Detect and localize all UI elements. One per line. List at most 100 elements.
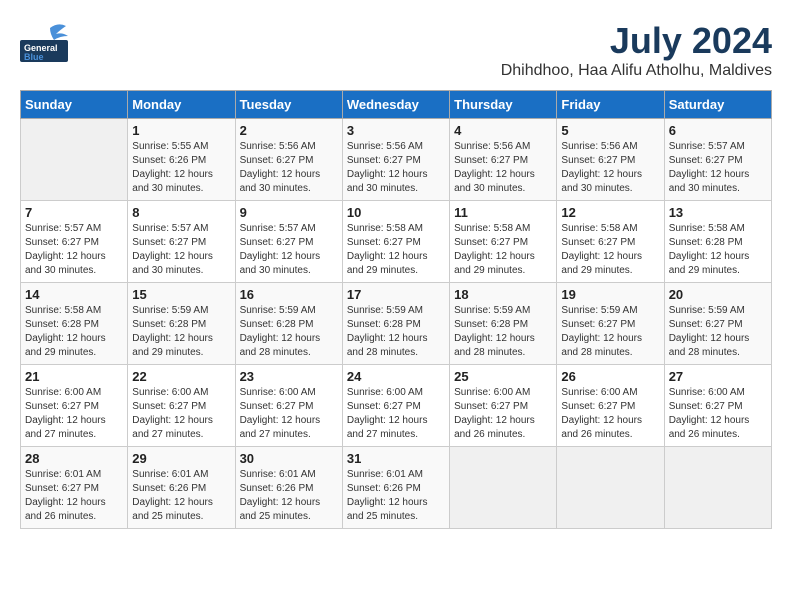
day-info: Sunrise: 6:01 AM Sunset: 6:27 PM Dayligh… [25,468,123,524]
calendar-cell [450,447,557,529]
day-number: 28 [25,451,123,466]
calendar-cell: 9Sunrise: 5:57 AM Sunset: 6:27 PM Daylig… [235,201,342,283]
calendar-cell: 19 Sunrise: 5:59 AM Sunset: 6:27 PM Dayli… [557,283,664,365]
day-number: 15 [132,287,230,302]
day-info: Sunrise: 6:00 AM Sunset: 6:27 PM Dayligh… [454,386,552,442]
day-info: Sunrise: 6:00 AM Sunset: 6:27 PM Dayligh… [132,386,230,442]
calendar-cell: 6 Sunrise: 5:57 AM Sunset: 6:27 PM Daylig… [664,119,771,201]
calendar-cell: 21 Sunrise: 6:00 AM Sunset: 6:27 PM Dayli… [21,365,128,447]
calendar-cell: 22 Sunrise: 6:00 AM Sunset: 6:27 PM Dayli… [128,365,235,447]
day-number: 1 [132,123,230,138]
day-info: Sunrise: 5:56 AM Sunset: 6:27 PM Dayligh… [561,140,659,196]
day-number: 14 [25,287,123,302]
day-number: 17 [347,287,445,302]
calendar-cell: 27 Sunrise: 6:00 AM Sunset: 6:27 PM Dayli… [664,365,771,447]
calendar-week-1: 1 Sunrise: 5:55 AM Sunset: 6:26 PM Daylig… [21,119,772,201]
day-info: Sunrise: 5:59 AM Sunset: 6:28 PM Dayligh… [347,304,445,360]
calendar-table: SundayMondayTuesdayWednesdayThursdayFrid… [20,90,772,529]
day-info: Sunrise: 6:01 AM Sunset: 6:26 PM Dayligh… [132,468,230,524]
calendar-cell [557,447,664,529]
page-header: General Blue July 2024 Dhihdhoo, Haa Ali… [20,20,772,80]
day-header-friday: Friday [557,91,664,119]
calendar-cell: 29 Sunrise: 6:01 AM Sunset: 6:26 PM Dayli… [128,447,235,529]
day-number: 4 [454,123,552,138]
calendar-cell: 1 Sunrise: 5:55 AM Sunset: 6:26 PM Daylig… [128,119,235,201]
day-header-thursday: Thursday [450,91,557,119]
calendar-cell: 31Sunrise: 6:01 AM Sunset: 6:26 PM Dayli… [342,447,449,529]
day-number: 24 [347,369,445,384]
day-number: 21 [25,369,123,384]
day-info: Sunrise: 6:01 AM Sunset: 6:26 PM Dayligh… [240,468,338,524]
day-info: Sunrise: 6:01 AM Sunset: 6:26 PM Dayligh… [347,468,445,524]
day-info: Sunrise: 5:59 AM Sunset: 6:27 PM Dayligh… [561,304,659,360]
calendar-week-4: 21 Sunrise: 6:00 AM Sunset: 6:27 PM Dayli… [21,365,772,447]
day-number: 8 [132,205,230,220]
day-info: Sunrise: 5:56 AM Sunset: 6:27 PM Dayligh… [454,140,552,196]
calendar-cell: 2Sunrise: 5:56 AM Sunset: 6:27 PM Daylig… [235,119,342,201]
calendar-cell: 26Sunrise: 6:00 AM Sunset: 6:27 PM Dayli… [557,365,664,447]
day-info: Sunrise: 5:57 AM Sunset: 6:27 PM Dayligh… [132,222,230,278]
calendar-cell [664,447,771,529]
day-number: 10 [347,205,445,220]
day-info: Sunrise: 5:58 AM Sunset: 6:28 PM Dayligh… [25,304,123,360]
day-info: Sunrise: 6:00 AM Sunset: 6:27 PM Dayligh… [561,386,659,442]
calendar-cell: 3Sunrise: 5:56 AM Sunset: 6:27 PM Daylig… [342,119,449,201]
day-number: 6 [669,123,767,138]
day-info: Sunrise: 5:57 AM Sunset: 6:27 PM Dayligh… [669,140,767,196]
calendar-week-5: 28 Sunrise: 6:01 AM Sunset: 6:27 PM Dayli… [21,447,772,529]
day-info: Sunrise: 5:58 AM Sunset: 6:27 PM Dayligh… [561,222,659,278]
day-header-wednesday: Wednesday [342,91,449,119]
day-header-tuesday: Tuesday [235,91,342,119]
day-number: 27 [669,369,767,384]
title-block: July 2024 Dhihdhoo, Haa Alifu Atholhu, M… [501,20,772,80]
calendar-cell: 11 Sunrise: 5:58 AM Sunset: 6:27 PM Dayli… [450,201,557,283]
calendar-cell: 8 Sunrise: 5:57 AM Sunset: 6:27 PM Daylig… [128,201,235,283]
day-number: 25 [454,369,552,384]
day-info: Sunrise: 6:00 AM Sunset: 6:27 PM Dayligh… [240,386,338,442]
calendar-week-3: 14 Sunrise: 5:58 AM Sunset: 6:28 PM Dayli… [21,283,772,365]
day-number: 7 [25,205,123,220]
calendar-body: 1 Sunrise: 5:55 AM Sunset: 6:26 PM Daylig… [21,119,772,529]
day-info: Sunrise: 5:59 AM Sunset: 6:27 PM Dayligh… [669,304,767,360]
day-number: 29 [132,451,230,466]
logo: General Blue [20,20,70,70]
day-number: 30 [240,451,338,466]
calendar-cell: 10 Sunrise: 5:58 AM Sunset: 6:27 PM Dayli… [342,201,449,283]
day-number: 20 [669,287,767,302]
day-info: Sunrise: 5:57 AM Sunset: 6:27 PM Dayligh… [25,222,123,278]
day-info: Sunrise: 6:00 AM Sunset: 6:27 PM Dayligh… [25,386,123,442]
day-number: 23 [240,369,338,384]
day-info: Sunrise: 5:59 AM Sunset: 6:28 PM Dayligh… [240,304,338,360]
calendar-cell: 20 Sunrise: 5:59 AM Sunset: 6:27 PM Dayli… [664,283,771,365]
calendar-cell [21,119,128,201]
calendar-cell: 28 Sunrise: 6:01 AM Sunset: 6:27 PM Dayli… [21,447,128,529]
calendar-cell: 4 Sunrise: 5:56 AM Sunset: 6:27 PM Daylig… [450,119,557,201]
day-info: Sunrise: 5:59 AM Sunset: 6:28 PM Dayligh… [132,304,230,360]
day-info: Sunrise: 5:58 AM Sunset: 6:27 PM Dayligh… [454,222,552,278]
calendar-cell: 13 Sunrise: 5:58 AM Sunset: 6:28 PM Dayli… [664,201,771,283]
day-number: 19 [561,287,659,302]
day-info: Sunrise: 6:00 AM Sunset: 6:27 PM Dayligh… [669,386,767,442]
day-info: Sunrise: 5:55 AM Sunset: 6:26 PM Dayligh… [132,140,230,196]
day-number: 13 [669,205,767,220]
day-info: Sunrise: 5:59 AM Sunset: 6:28 PM Dayligh… [454,304,552,360]
day-number: 11 [454,205,552,220]
day-number: 22 [132,369,230,384]
calendar-header-row: SundayMondayTuesdayWednesdayThursdayFrid… [21,91,772,119]
day-info: Sunrise: 6:00 AM Sunset: 6:27 PM Dayligh… [347,386,445,442]
day-info: Sunrise: 5:58 AM Sunset: 6:27 PM Dayligh… [347,222,445,278]
calendar-cell: 30 Sunrise: 6:01 AM Sunset: 6:26 PM Dayli… [235,447,342,529]
calendar-cell: 23 Sunrise: 6:00 AM Sunset: 6:27 PM Dayli… [235,365,342,447]
day-number: 12 [561,205,659,220]
day-info: Sunrise: 5:56 AM Sunset: 6:27 PM Dayligh… [347,140,445,196]
day-number: 5 [561,123,659,138]
day-header-saturday: Saturday [664,91,771,119]
day-info: Sunrise: 5:58 AM Sunset: 6:28 PM Dayligh… [669,222,767,278]
calendar-cell: 24 Sunrise: 6:00 AM Sunset: 6:27 PM Dayli… [342,365,449,447]
calendar-cell: 18Sunrise: 5:59 AM Sunset: 6:28 PM Dayli… [450,283,557,365]
logo-icon: General Blue [20,20,70,65]
day-header-sunday: Sunday [21,91,128,119]
day-number: 2 [240,123,338,138]
calendar-cell: 14 Sunrise: 5:58 AM Sunset: 6:28 PM Dayli… [21,283,128,365]
day-number: 9 [240,205,338,220]
